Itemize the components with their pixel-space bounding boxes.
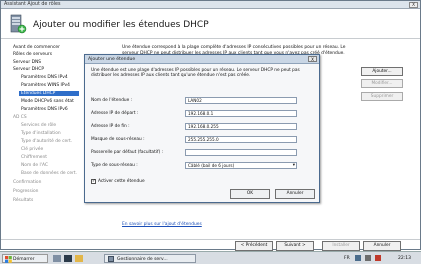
task-label: Gestionnaire de serv... bbox=[117, 257, 168, 262]
next-button[interactable]: Suivant > bbox=[276, 241, 314, 251]
subnet-mask-label: Masque de sous-réseau : bbox=[91, 137, 145, 142]
window-titlebar: Assistant Ajout de rôles X bbox=[1, 1, 420, 9]
nav-item-wins-ipv4[interactable]: Paramètres WINS IPv4 bbox=[21, 83, 70, 88]
cancel-button[interactable]: Annuler bbox=[363, 241, 401, 251]
server-manager-icon bbox=[108, 256, 114, 262]
nav-item-install-type: Type d'installation bbox=[21, 131, 61, 136]
page-title: Ajouter ou modifier les étendues DHCP bbox=[33, 20, 209, 30]
quicklaunch-terminal-icon[interactable] bbox=[64, 255, 72, 262]
nav-item-role-services: Services de rôle bbox=[21, 123, 57, 128]
nav-item-dns-ipv6[interactable]: Paramètres DNS IPv6 bbox=[21, 107, 68, 112]
start-button[interactable]: Démarrer bbox=[2, 254, 48, 263]
nav-item-dhcp-scopes[interactable]: Étendues DHCP bbox=[19, 91, 79, 96]
activate-scope-label: Activer cette étendue bbox=[98, 179, 145, 184]
delete-scope-button[interactable]: Supprimer bbox=[361, 92, 403, 101]
dialog-close-button[interactable]: X bbox=[308, 56, 317, 62]
end-ip-field[interactable]: 192.168.0.255 bbox=[185, 123, 297, 130]
install-button[interactable]: Installer bbox=[322, 241, 360, 251]
end-ip-label: Adresse IP de fin : bbox=[91, 124, 130, 129]
nav-item-ca-type: Type d'autorité de cert. bbox=[21, 139, 73, 144]
nav-item-dns-server[interactable]: Serveur DNS bbox=[13, 60, 41, 65]
tray-volume-icon[interactable] bbox=[365, 255, 371, 261]
language-indicator[interactable]: FR bbox=[344, 254, 350, 263]
scope-name-label: Nom de l'étendue : bbox=[91, 98, 133, 103]
nav-item-server-roles[interactable]: Rôles de serveurs bbox=[13, 52, 52, 57]
wizard-header: Ajouter ou modifier les étendues DHCP bbox=[1, 9, 420, 39]
previous-button[interactable]: < Précédent bbox=[235, 241, 273, 251]
learn-more-link[interactable]: En savoir plus sur l'ajout d'étendues bbox=[122, 222, 202, 227]
nav-item-adcs: AD CS bbox=[13, 115, 27, 120]
gateway-label: Passerelle par défaut (facultatif) : bbox=[91, 150, 163, 155]
quicklaunch-folder-icon[interactable] bbox=[75, 255, 83, 262]
subnet-type-select[interactable]: Câblé (bail de 6 jours) bbox=[185, 162, 297, 169]
nav-item-dhcp-server[interactable]: Serveur DHCP bbox=[13, 67, 44, 72]
dialog-ok-button[interactable]: OK bbox=[230, 189, 270, 199]
subnet-mask-field[interactable]: 255.255.255.0 bbox=[185, 136, 297, 143]
clock: 22:13 bbox=[398, 256, 411, 261]
tray-flag-icon[interactable] bbox=[375, 255, 381, 261]
taskbar-task-server-manager[interactable]: Gestionnaire de serv... bbox=[104, 254, 196, 263]
edit-scope-button[interactable]: Modifier... bbox=[361, 79, 403, 88]
start-label: Démarrer bbox=[13, 257, 35, 262]
nav-item-ca-name: Nom de l'AC bbox=[21, 163, 48, 168]
dialog-description: Une étendue est une plage d'adresses IP … bbox=[91, 68, 300, 79]
dialog-title: Ajouter une étendue bbox=[88, 57, 136, 62]
nav-item-crypto: Chiffrement bbox=[21, 155, 47, 160]
window-title: Assistant Ajout de rôles bbox=[4, 2, 61, 7]
footer-separator bbox=[1, 239, 420, 240]
quicklaunch-server-icon[interactable] bbox=[53, 255, 61, 262]
start-ip-label: Adresse IP de départ : bbox=[91, 111, 139, 116]
window-close-button[interactable]: X bbox=[409, 2, 418, 8]
nav-item-results: Résultats bbox=[13, 198, 34, 203]
activate-scope-checkbox[interactable]: ✓ bbox=[91, 179, 96, 184]
windows-logo-icon bbox=[5, 256, 12, 263]
subnet-type-label: Type de sous-réseau : bbox=[91, 163, 138, 168]
gateway-field[interactable] bbox=[185, 149, 297, 156]
dhcp-server-icon bbox=[10, 14, 27, 34]
nav-item-progress: Progression bbox=[13, 189, 39, 194]
scope-name-field[interactable]: LAN02 bbox=[185, 97, 297, 104]
nav-item-dns-ipv4[interactable]: Paramètres DNS IPv4 bbox=[21, 75, 68, 80]
nav-item-dhcpv6-mode[interactable]: Mode DHCPv6 sans état bbox=[21, 99, 74, 104]
dialog-titlebar: Ajouter une étendue X bbox=[85, 55, 319, 64]
nav-item-cert-db: Base de données de cert. bbox=[21, 171, 78, 176]
nav-item-private-key: Clé privée bbox=[21, 147, 44, 152]
taskbar: Démarrer Gestionnaire de serv... FR 22:1… bbox=[0, 251, 421, 264]
add-scope-button[interactable]: Ajouter... bbox=[361, 67, 403, 76]
nav-item-before[interactable]: Avant de commencer bbox=[13, 45, 60, 50]
dialog-cancel-button[interactable]: Annuler bbox=[275, 189, 315, 199]
start-ip-field[interactable]: 192.168.0.1 bbox=[185, 110, 297, 117]
nav-item-confirmation: Confirmation bbox=[13, 180, 42, 185]
add-scope-dialog: Ajouter une étendue X Une étendue est un… bbox=[84, 54, 320, 203]
tray-network-icon[interactable] bbox=[355, 255, 361, 261]
